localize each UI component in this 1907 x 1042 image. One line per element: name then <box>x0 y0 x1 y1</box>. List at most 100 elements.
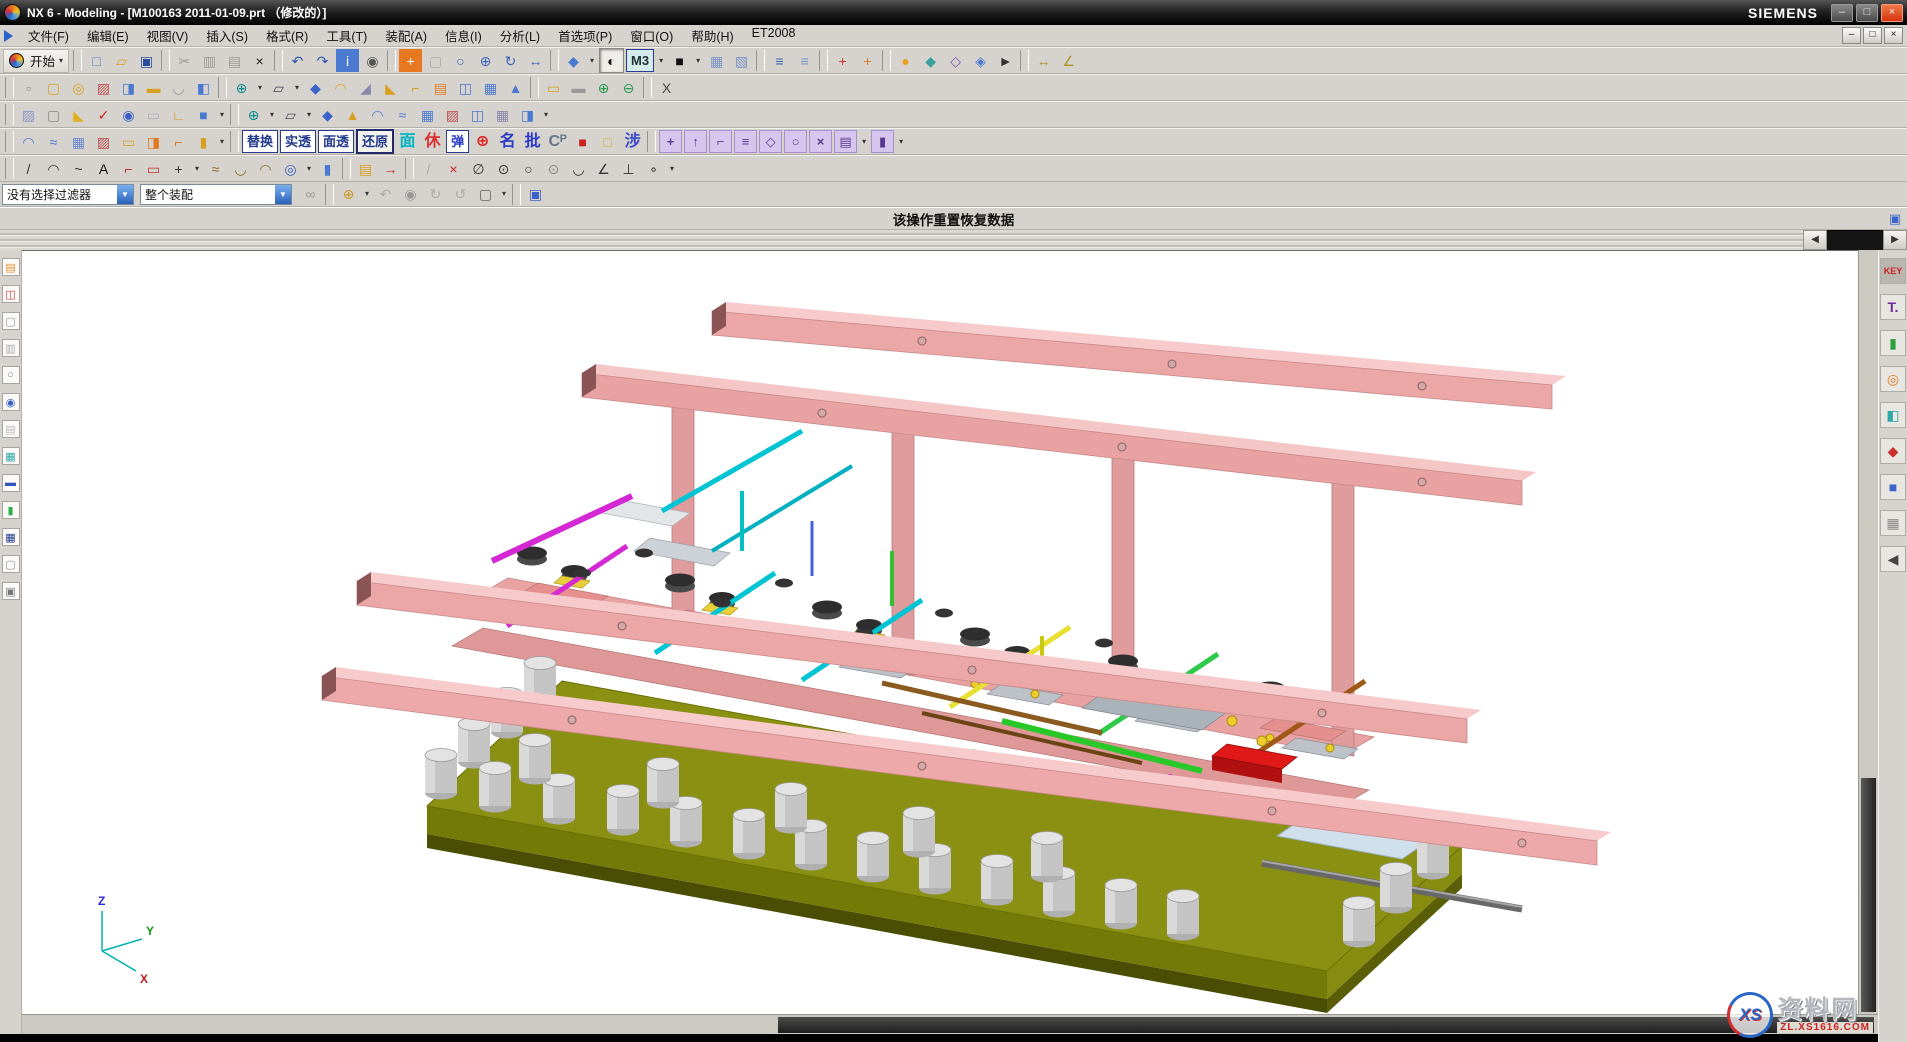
delete-curve-icon[interactable]: × <box>442 157 465 180</box>
resource-tab-3-icon[interactable]: ▢ <box>2 312 20 330</box>
cube-icon[interactable]: ■ <box>192 103 215 126</box>
chevron-down-icon[interactable]: ▼ <box>275 185 291 204</box>
cue-scroll-right-button[interactable]: ▶ <box>1883 230 1907 250</box>
iso-box-icon[interactable]: ◧ <box>1880 402 1906 428</box>
info-icon[interactable]: i <box>336 49 359 72</box>
shaded-view-dropdown[interactable]: ▾ <box>587 49 597 72</box>
style-edit-icon[interactable]: ▫ <box>17 76 40 99</box>
face-tool-icon[interactable]: 面 <box>396 130 419 153</box>
ball-icon[interactable]: ◉ <box>117 103 140 126</box>
marquee-dropdown[interactable]: ▾ <box>499 183 509 206</box>
find-icon[interactable]: ◉ <box>361 49 384 72</box>
menu-analysis[interactable]: 分析(L) <box>491 24 549 47</box>
small-circle-icon[interactable]: ∘ <box>642 157 665 180</box>
donut-icon[interactable]: ◎ <box>279 157 302 180</box>
copy-position-icon[interactable]: Cᴾ <box>546 130 569 153</box>
cylinder-icon[interactable]: ◎ <box>67 76 90 99</box>
sheet-yellow-icon[interactable]: ▭ <box>117 130 140 153</box>
snap-target-icon[interactable]: ⊕ <box>337 183 360 206</box>
drafting-icon[interactable]: ▨ <box>92 76 115 99</box>
cylinder-pair-icon[interactable]: ◫ <box>466 103 489 126</box>
corner-blend-dropdown[interactable]: ▾ <box>541 103 551 126</box>
component-pin-icon[interactable]: ▮ <box>871 130 894 153</box>
corner-cube-icon[interactable]: ◧ <box>192 76 215 99</box>
cut-icon[interactable]: ✂ <box>173 49 196 72</box>
mdi-minimize-button[interactable]: – <box>1842 27 1861 44</box>
restore-button[interactable]: 还原 <box>356 129 394 154</box>
tube-icon[interactable]: ▮ <box>192 130 215 153</box>
restore-button[interactable]: □ <box>1856 4 1878 22</box>
datum-csys-icon[interactable]: ⊕ <box>242 103 265 126</box>
box-low-icon[interactable]: ▭ <box>542 76 565 99</box>
revolve2-icon[interactable]: ▲ <box>341 103 364 126</box>
interference-icon[interactable]: 涉 <box>621 130 644 153</box>
expression-icon[interactable]: X <box>655 76 678 99</box>
spin-ccw-icon[interactable]: ↺ <box>449 183 472 206</box>
layer-settings-icon[interactable]: ≡ <box>768 49 791 72</box>
menu-help[interactable]: 帮助(H) <box>682 24 742 47</box>
join-curve-icon[interactable]: ◠ <box>254 157 277 180</box>
edit-object-color-icon[interactable]: ● <box>894 49 917 72</box>
menu-file[interactable]: 文件(F) <box>19 24 78 47</box>
replace-button[interactable]: 替换 <box>242 130 278 153</box>
face-translucent-button[interactable]: 面透 <box>318 130 354 153</box>
delete-icon[interactable]: × <box>248 49 271 72</box>
menu-assemblies[interactable]: 装配(A) <box>376 24 436 47</box>
start-menu-button[interactable]: 开始 ▾ <box>3 49 69 73</box>
hole-icon[interactable]: ◫ <box>454 76 477 99</box>
surface2-icon[interactable]: ≈ <box>42 130 65 153</box>
link-icon[interactable]: ∞ <box>299 183 322 206</box>
dashed-line-icon[interactable]: / <box>417 157 440 180</box>
offset-curve-icon[interactable]: ≈ <box>204 157 227 180</box>
table-icon[interactable]: ▬ <box>567 76 590 99</box>
raise-component-icon[interactable]: ↑ <box>684 130 707 153</box>
tube-dropdown[interactable]: ▾ <box>217 130 227 153</box>
copy-icon[interactable]: ▥ <box>198 49 221 72</box>
resource-tab-5-icon[interactable]: ○ <box>2 366 20 384</box>
curve-mesh-icon[interactable]: ▨ <box>441 103 464 126</box>
component-report-dropdown[interactable]: ▾ <box>859 130 869 153</box>
h-scrollbar[interactable] <box>22 1014 1878 1034</box>
datum-plane-icon[interactable]: ▱ <box>267 76 290 99</box>
gray-part-icon[interactable]: ▦ <box>1880 510 1906 536</box>
layer-visible-icon[interactable]: ≡ <box>793 49 816 72</box>
workset-m3-button[interactable]: M3 <box>626 49 654 72</box>
target-icon[interactable]: ⊕ <box>471 130 494 153</box>
tile-window-icon[interactable]: ▧ <box>730 49 753 72</box>
move-component-icon[interactable]: + <box>659 130 682 153</box>
circle-dot-icon[interactable]: ⊙ <box>492 157 515 180</box>
roles-icon[interactable]: ▦ <box>2 528 20 546</box>
minimize-button[interactable]: – <box>1831 4 1853 22</box>
spring-tool-button[interactable]: 弹 <box>446 130 469 153</box>
blue-part-icon[interactable]: ■ <box>1880 474 1906 500</box>
selection-scope-combo[interactable]: 整个装配 ▼ <box>140 184 292 205</box>
sketch-icon[interactable]: ▱ <box>279 103 302 126</box>
spline-icon[interactable]: ~ <box>67 157 90 180</box>
cylinder-component-icon[interactable]: ○ <box>784 130 807 153</box>
rectangle-icon[interactable]: ▭ <box>142 157 165 180</box>
extrude-icon[interactable]: ◆ <box>304 76 327 99</box>
face-color-icon[interactable]: ■ <box>668 49 691 72</box>
wire-cube-icon[interactable]: ▢ <box>42 103 65 126</box>
green-book-icon[interactable]: ▮ <box>1880 330 1906 356</box>
cube-doc-icon[interactable]: ▣ <box>524 183 547 206</box>
fold-icon[interactable]: ⌐ <box>404 76 427 99</box>
paste-feature-icon[interactable]: ▨ <box>17 103 40 126</box>
spin-cw-icon[interactable]: ↻ <box>424 183 447 206</box>
grid-cube-icon[interactable]: ▦ <box>491 103 514 126</box>
donut-dropdown[interactable]: ▾ <box>304 157 314 180</box>
corner-blend-icon[interactable]: ◨ <box>516 103 539 126</box>
red-cube-icon[interactable]: ■ <box>571 130 594 153</box>
wcs-dynamics-icon[interactable]: + <box>856 49 879 72</box>
pan-view-icon[interactable]: ↔ <box>524 49 547 72</box>
cue-scroll-left-button[interactable]: ◀ <box>1803 230 1827 250</box>
corner-icon[interactable]: ⌐ <box>117 157 140 180</box>
unite-icon[interactable]: ⊕ <box>592 76 615 99</box>
arc-icon[interactable]: ◠ <box>42 157 65 180</box>
arc-lower-icon[interactable]: ◡ <box>567 157 590 180</box>
text-tool-icon[interactable]: T. <box>1880 294 1906 320</box>
paste-icon[interactable]: ▤ <box>223 49 246 72</box>
open-file-icon[interactable]: ▱ <box>110 49 133 72</box>
reuse-library-icon[interactable]: ▦ <box>2 447 20 465</box>
name-tool-icon[interactable]: 名 <box>496 130 519 153</box>
